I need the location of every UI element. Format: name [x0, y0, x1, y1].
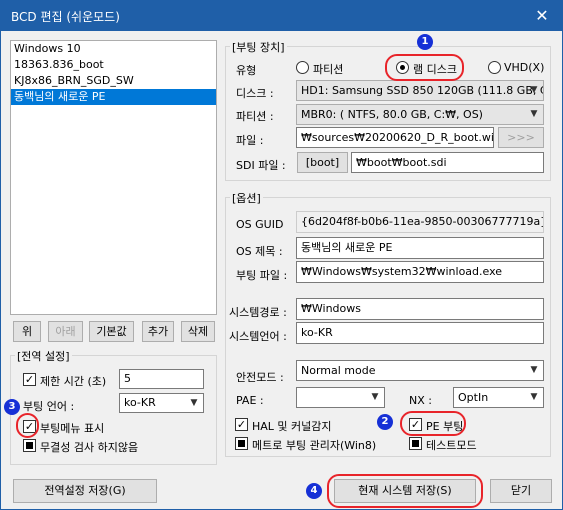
show-menu-label: 부팅메뉴 표시 — [40, 422, 105, 435]
disk-label: 디스크 : — [236, 87, 274, 100]
boot-type-label: 유형 — [236, 64, 257, 77]
browse-button[interactable]: >>> — [498, 127, 544, 148]
chevron-down-icon: ▼ — [190, 398, 198, 408]
close-button[interactable]: 닫기 — [490, 479, 552, 503]
safe-mode-label: 안전모드 : — [236, 371, 284, 384]
list-item[interactable]: KJ8x86_BRN_SGD_SW — [11, 73, 216, 89]
title-bar: BCD 편집 (쉬운모드) ✕ — [1, 1, 562, 31]
vhd-radio[interactable] — [488, 61, 501, 74]
sdi-boot-button[interactable]: [boot] — [297, 152, 348, 173]
chevron-down-icon: ▼ — [530, 392, 538, 402]
system-root-input[interactable]: ₩Windows — [296, 298, 544, 320]
boot-device-label: [부팅 장치] — [230, 39, 287, 55]
highlight-ring-ramdisk — [385, 54, 464, 81]
metro-boot-label: 메트로 부팅 관리자(Win8) — [252, 439, 377, 452]
move-up-button[interactable]: 위 — [13, 321, 41, 342]
timeout-label: 제한 시간 (초) — [40, 375, 107, 388]
chevron-down-icon: ▼ — [371, 392, 379, 402]
options-label: [옵션] — [230, 190, 263, 206]
test-mode-label: 테스트모드 — [426, 439, 477, 452]
os-guid-field: {6d204f8f-b0b6-11ea-9850-00306777719a} — [296, 211, 544, 233]
metro-boot-checkbox[interactable] — [235, 437, 248, 450]
boot-entry-list[interactable]: Windows 10 18363.836_boot KJ8x86_BRN_SGD… — [10, 40, 217, 315]
system-language-label: 시스템언어 : — [229, 330, 287, 343]
os-title-label: OS 제목 : — [236, 245, 283, 258]
hal-detect-checkbox[interactable]: ✓ — [235, 418, 248, 431]
bcd-edit-window: BCD 편집 (쉬운모드) ✕ Windows 10 18363.836_boo… — [0, 0, 563, 510]
partition-label: 파티션 : — [236, 110, 274, 123]
list-item-selected[interactable]: 동백님의 새로운 PE — [11, 89, 216, 105]
disk-select[interactable]: HD1: Samsung SSD 850 120GB (111.8 GB, C:… — [296, 80, 544, 101]
vhd-radio-label: VHD(X) — [504, 61, 545, 74]
file-input[interactable]: ₩sources₩20200620_D_R_boot.wim — [296, 127, 494, 148]
os-title-input[interactable]: 동백님의 새로운 PE — [296, 237, 544, 259]
language-label: 부팅 언어 : — [23, 400, 75, 413]
highlight-ring-show-menu — [16, 413, 39, 438]
set-default-button[interactable]: 기본값 — [89, 321, 134, 342]
language-select[interactable]: ko-KR ▼ — [119, 393, 204, 413]
no-integrity-checkbox[interactable] — [23, 439, 36, 452]
pae-select[interactable]: ▼ — [296, 387, 385, 408]
nx-label: NX : — [409, 394, 432, 407]
window-title: BCD 편집 (쉬운모드) — [11, 10, 120, 24]
chevron-down-icon: ▼ — [530, 109, 538, 119]
hal-detect-label: HAL 및 커널감지 — [252, 420, 332, 433]
step-badge: 3 — [4, 399, 20, 415]
boot-file-label: 부팅 파일 : — [236, 269, 288, 282]
save-global-button[interactable]: 전역설정 저장(G) — [13, 479, 157, 503]
move-down-button[interactable]: 아래 — [48, 321, 83, 342]
timeout-checkbox[interactable]: ✓ — [23, 373, 36, 386]
disk-select-value: HD1: Samsung SSD 850 120GB (111.8 GB, C:… — [301, 84, 544, 97]
os-guid-label: OS GUID — [236, 218, 284, 231]
close-icon[interactable]: ✕ — [522, 1, 562, 31]
sdi-file-input[interactable]: ₩boot₩boot.sdi — [351, 152, 544, 173]
partition-radio[interactable] — [296, 61, 309, 74]
add-button[interactable]: 추가 — [142, 321, 174, 342]
list-item[interactable]: Windows 10 — [11, 41, 216, 57]
nx-select[interactable]: OptIn ▼ — [453, 387, 544, 408]
file-label: 파일 : — [236, 134, 264, 147]
partition-radio-label: 파티션 — [313, 63, 344, 76]
system-root-label: 시스템경로 : — [229, 306, 287, 319]
test-mode-checkbox[interactable] — [409, 437, 422, 450]
timeout-input[interactable]: 5 — [119, 369, 204, 389]
safe-mode-select-value: Normal mode — [301, 364, 376, 377]
sdi-file-label: SDI 파일 : — [236, 159, 286, 172]
nx-select-value: OptIn — [458, 391, 489, 404]
global-settings-label: [전역 설정] — [15, 348, 72, 364]
highlight-ring-save-current — [327, 474, 483, 508]
step-badge: 2 — [377, 414, 393, 430]
boot-file-input[interactable]: ₩Windows₩system32₩winload.exe — [296, 261, 544, 283]
system-language-input[interactable]: ko-KR — [296, 322, 544, 344]
chevron-down-icon: ▼ — [530, 365, 538, 375]
partition-select[interactable]: MBR0: ( NTFS, 80.0 GB, C:₩, OS) ▼ — [296, 104, 544, 125]
step-badge: 4 — [306, 483, 322, 499]
chevron-down-icon: ▼ — [530, 85, 538, 95]
delete-button[interactable]: 삭제 — [181, 321, 215, 342]
no-integrity-label: 무결성 검사 하지않음 — [40, 441, 139, 454]
safe-mode-select[interactable]: Normal mode ▼ — [296, 360, 544, 381]
pae-label: PAE : — [236, 394, 264, 407]
language-select-value: ko-KR — [124, 396, 156, 409]
highlight-ring-pe-boot — [400, 411, 466, 436]
list-item[interactable]: 18363.836_boot — [11, 57, 216, 73]
step-badge: 1 — [417, 34, 433, 50]
partition-select-value: MBR0: ( NTFS, 80.0 GB, C:₩, OS) — [301, 108, 483, 121]
